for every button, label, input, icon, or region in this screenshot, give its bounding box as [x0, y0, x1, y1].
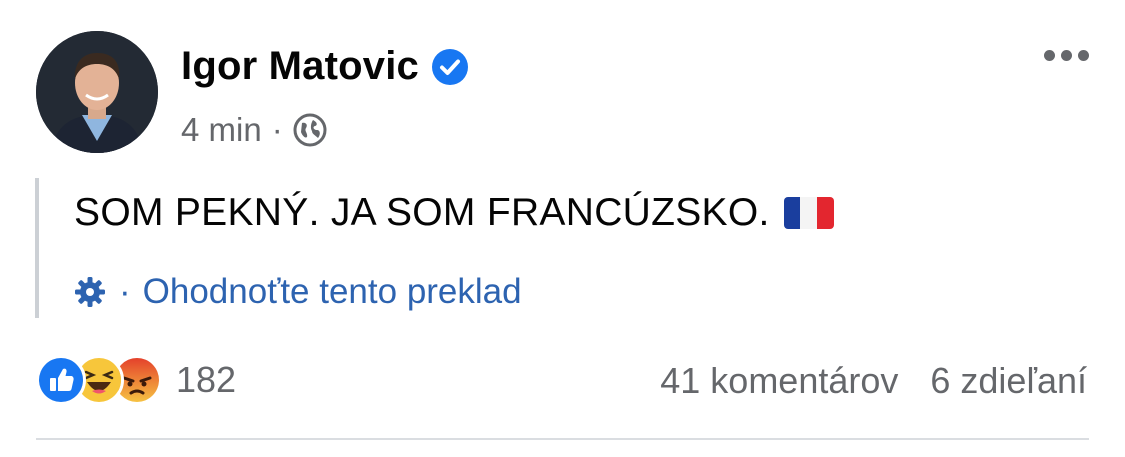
post-meta: 4 min ·	[181, 111, 327, 149]
more-dot	[1078, 50, 1089, 61]
translation-quote-bar	[35, 178, 39, 318]
more-dot	[1044, 50, 1055, 61]
engagement-stats: 41 komentárov 6 zdieľaní	[660, 360, 1087, 402]
post-time[interactable]: 4 min	[181, 111, 262, 149]
translation-rating-row: · Ohodnoťte tento preklad	[73, 272, 522, 312]
reactions-count[interactable]: 182	[176, 359, 236, 401]
author-avatar[interactable]	[36, 31, 158, 153]
reactions-summary[interactable]: 182	[36, 355, 236, 405]
meta-separator: ·	[271, 111, 283, 148]
comments-count-link[interactable]: 41 komentárov	[660, 360, 898, 402]
post-body: SOM PEKNÝ. JA SOM FRANCÚZSKO.	[74, 191, 834, 235]
more-dot	[1061, 50, 1072, 61]
gear-icon[interactable]	[73, 275, 107, 309]
author-header: Igor Matovic	[181, 44, 469, 89]
globe-icon[interactable]	[293, 113, 327, 147]
more-options-icon[interactable]	[1044, 50, 1089, 61]
rate-translation-link[interactable]: Ohodnoťte tento preklad	[143, 272, 522, 312]
like-icon	[36, 355, 86, 405]
translate-separator: ·	[119, 272, 131, 311]
france-flag-icon	[783, 197, 834, 229]
verified-badge-icon	[431, 48, 469, 86]
divider	[36, 438, 1089, 440]
shares-count-link[interactable]: 6 zdieľaní	[930, 360, 1087, 402]
post-text: SOM PEKNÝ. JA SOM FRANCÚZSKO.	[74, 191, 770, 234]
author-name[interactable]: Igor Matovic	[181, 44, 419, 89]
